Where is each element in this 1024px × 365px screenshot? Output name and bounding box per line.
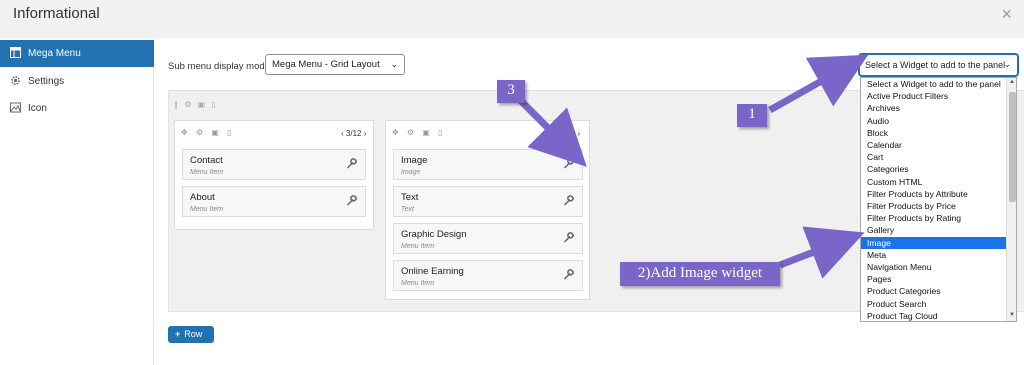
add-row-button[interactable]: + Row	[168, 326, 214, 343]
widget-option[interactable]: Product Tag Cloud	[861, 310, 1006, 321]
dropdown-scrollbar[interactable]: ▲ ▼	[1006, 78, 1016, 321]
widget-dropdown-list[interactable]: ▲ ▼ Select a Widget to add to the panel A…	[860, 77, 1017, 322]
active-caret	[154, 48, 160, 60]
plus-icon: +	[175, 329, 181, 339]
widget-title: Online Earning	[401, 266, 464, 277]
gear-icon	[11, 76, 20, 85]
widget-option[interactable]: Calendar	[861, 139, 1006, 151]
chevron-left-icon[interactable]: ‹	[341, 129, 344, 138]
dialog-header: Informational ×	[0, 0, 1024, 38]
widget-option[interactable]: Gallery	[861, 224, 1006, 236]
chevron-right-icon[interactable]: ›	[364, 129, 367, 138]
widget-option[interactable]: Pages	[861, 273, 1006, 285]
widget-card[interactable]: About Menu Item	[182, 186, 366, 217]
sidebar-item-label: Mega Menu	[28, 48, 81, 59]
widget-option[interactable]: Filter Products by Attribute	[861, 188, 1006, 200]
widget-card[interactable]: Text Text	[393, 186, 583, 217]
scroll-down-icon[interactable]: ▼	[1009, 312, 1015, 318]
scroll-up-icon[interactable]: ▲	[1009, 79, 1015, 85]
widget-card[interactable]: Image Image	[393, 149, 583, 180]
callout-step3: 3	[497, 80, 525, 103]
widget-card[interactable]: Online Earning Menu Item	[393, 260, 583, 291]
sidebar-item-mega-menu[interactable]: Mega Menu	[0, 40, 160, 67]
wrench-icon[interactable]	[346, 158, 357, 169]
widget-title: About	[190, 192, 215, 203]
widget-option[interactable]: Filter Products by Price	[861, 200, 1006, 212]
column-size[interactable]: /12 ›	[564, 129, 580, 138]
dialog-title: Informational	[13, 5, 100, 22]
chevron-right-icon[interactable]: ›	[577, 129, 580, 138]
display-mode-select[interactable]: Mega Menu - Grid Layout ⌄	[265, 54, 405, 75]
widget-subtitle: Text	[401, 206, 414, 213]
chevron-down-icon: ⌄	[1003, 59, 1011, 69]
widget-option[interactable]: Archives	[861, 102, 1006, 114]
widget-option[interactable]: Audio	[861, 115, 1006, 127]
widget-option[interactable]: Image	[861, 236, 1006, 249]
row-tools[interactable]: ∥ ⚙ ▣ ▯	[174, 100, 218, 109]
widget-option[interactable]: Filter Products by Rating	[861, 212, 1006, 224]
wrench-icon[interactable]	[563, 158, 574, 169]
wrench-icon[interactable]	[346, 195, 357, 206]
grid-column-1: ✥ ⚙ ▣ ▯ ‹ 3/12 › Contact Menu Item About…	[174, 120, 374, 230]
widget-select[interactable]: Select a Widget to add to the panel ⌄	[859, 54, 1018, 76]
sidebar: Mega Menu Settings Icon	[0, 38, 160, 365]
grid-column-2: ✥ ⚙ ▣ ▯ /12 › Image Image Text Text Grap…	[385, 120, 590, 300]
widget-card[interactable]: Contact Menu Item	[182, 149, 366, 180]
widget-subtitle: Menu Item	[190, 169, 224, 176]
widget-title: Image	[401, 155, 428, 166]
column-tools[interactable]: ✥ ⚙ ▣ ▯	[181, 128, 235, 137]
column-size-value: /12	[564, 129, 576, 138]
column-size[interactable]: ‹ 3/12 ›	[341, 129, 366, 138]
widget-option[interactable]: Categories	[861, 163, 1006, 175]
widget-subtitle: Menu Item	[401, 280, 435, 287]
widget-option[interactable]: Cart	[861, 151, 1006, 163]
column-size-value: 3/12	[345, 129, 362, 138]
wrench-icon[interactable]	[563, 232, 574, 243]
callout-step1: 1	[737, 104, 767, 127]
add-row-label: Row	[184, 329, 203, 339]
widget-option[interactable]: Product Categories	[861, 285, 1006, 297]
widget-option[interactable]: Block	[861, 127, 1006, 139]
widget-title: Graphic Design	[401, 229, 467, 240]
callout-step2: 2)Add Image widget	[620, 262, 780, 286]
sidebar-item-label: Icon	[28, 103, 47, 114]
wrench-icon[interactable]	[563, 195, 574, 206]
sidebar-item-label: Settings	[28, 76, 65, 87]
widget-subtitle: Menu Item	[190, 206, 224, 213]
column-tools[interactable]: ✥ ⚙ ▣ ▯	[392, 128, 446, 137]
display-mode-value: Mega Menu - Grid Layout	[272, 59, 380, 70]
widget-title: Contact	[190, 155, 223, 166]
sidebar-item-icon[interactable]: Icon	[0, 95, 154, 122]
widget-option[interactable]: Active Product Filters	[861, 90, 1006, 102]
wrench-icon[interactable]	[563, 269, 574, 280]
widget-option[interactable]: Select a Widget to add to the panel	[861, 78, 1006, 90]
display-mode-label: Sub menu display mode	[168, 61, 270, 72]
widget-title: Text	[401, 192, 419, 203]
widget-subtitle: Menu Item	[401, 243, 435, 250]
sidebar-item-settings[interactable]: Settings	[0, 68, 154, 95]
mega-menu-dialog: Informational × Mega Menu Settings Icon …	[0, 0, 1024, 365]
widget-option[interactable]: Meta	[861, 249, 1006, 261]
chevron-down-icon: ⌄	[390, 59, 398, 69]
image-icon	[10, 102, 21, 113]
close-icon[interactable]: ×	[1001, 4, 1012, 25]
widget-card[interactable]: Graphic Design Menu Item	[393, 223, 583, 254]
grid-menu-icon	[10, 47, 21, 58]
widget-select-value: Select a Widget to add to the panel	[865, 60, 1006, 70]
widget-option[interactable]: Custom HTML	[861, 176, 1006, 188]
scrollbar-thumb[interactable]	[1009, 92, 1016, 202]
widget-subtitle: Image	[401, 169, 421, 176]
widget-option[interactable]: Product Search	[861, 298, 1006, 310]
widget-option[interactable]: Navigation Menu	[861, 261, 1006, 273]
